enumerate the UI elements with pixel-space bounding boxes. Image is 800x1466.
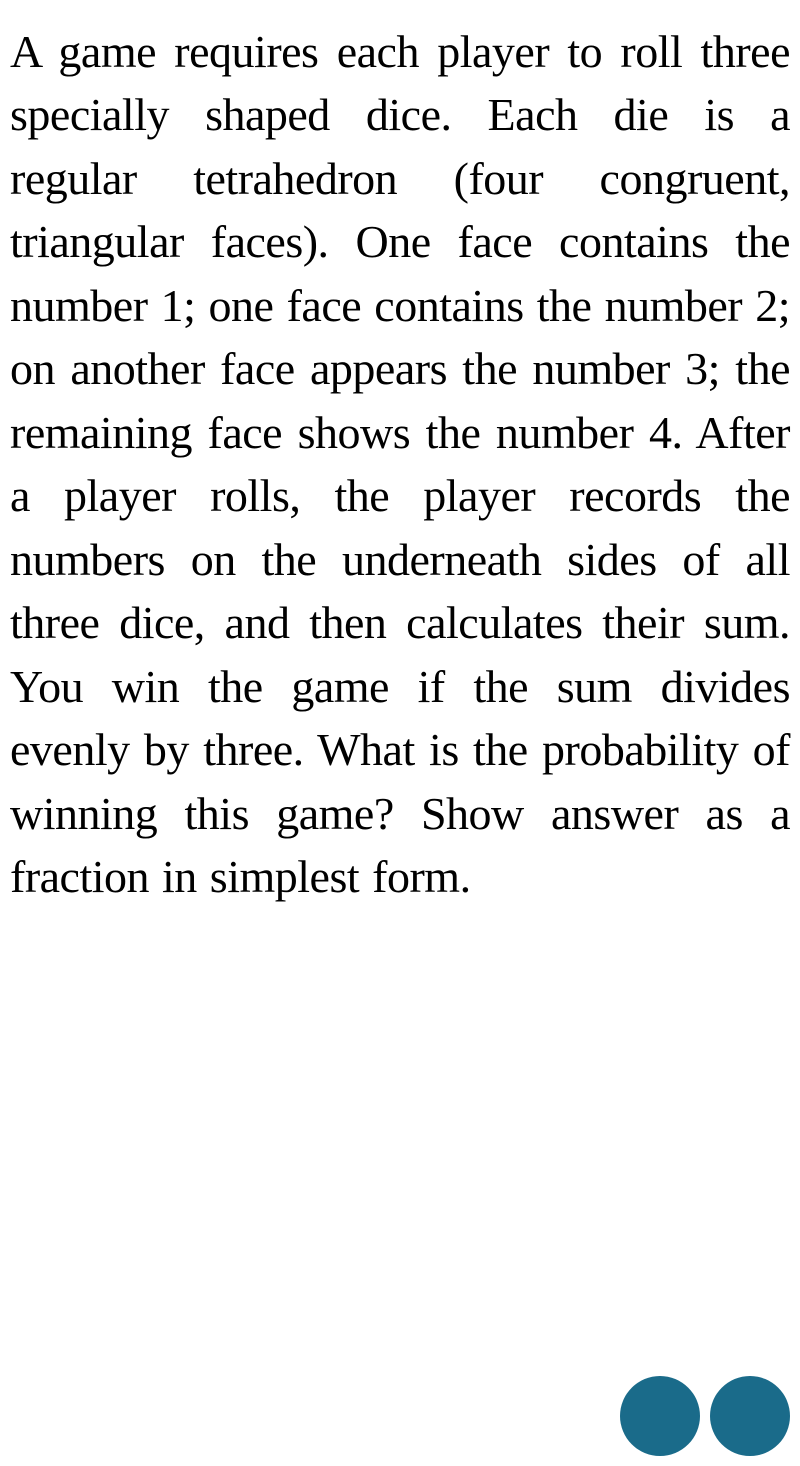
circle-right bbox=[710, 1376, 790, 1456]
bottom-decoration bbox=[0, 1366, 800, 1466]
page-container: A game requires each player to roll thre… bbox=[0, 0, 800, 1466]
circle-left bbox=[620, 1376, 700, 1456]
problem-text: A game requires each player to roll thre… bbox=[10, 20, 790, 909]
